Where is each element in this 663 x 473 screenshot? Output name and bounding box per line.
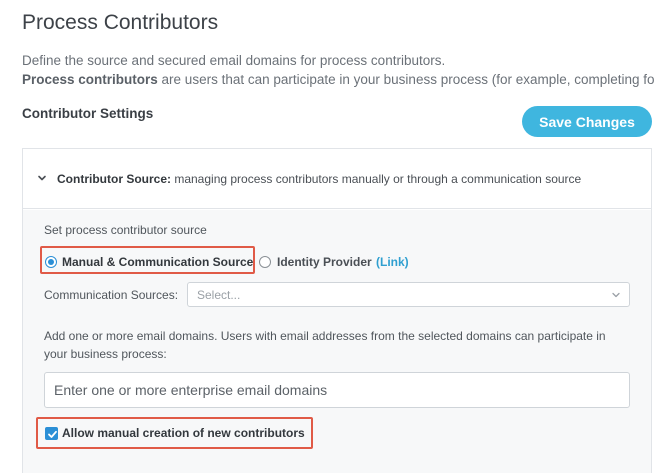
allow-manual-checkbox[interactable]: [45, 427, 58, 440]
email-domains-help: Add one or more email domains. Users wit…: [44, 329, 606, 361]
chevron-down-icon[interactable]: [36, 172, 48, 184]
save-changes-button[interactable]: Save Changes: [522, 106, 652, 137]
radio-manual-communication[interactable]: [45, 256, 57, 268]
allow-manual-label[interactable]: Allow manual creation of new contributor…: [62, 426, 305, 440]
checkmark-icon: [48, 430, 57, 438]
select-chevron-icon: [612, 292, 620, 298]
source-label: Set process contributor source: [44, 223, 207, 237]
select-placeholder: Select...: [197, 288, 241, 302]
panel-header[interactable]: Contributor Source: managing process con…: [23, 149, 651, 209]
page-description: Define the source and secured email doma…: [22, 53, 446, 68]
panel-header-title: Contributor Source:: [57, 172, 171, 186]
communication-sources-label: Communication Sources:: [44, 288, 179, 302]
description-rest: are users that can participate in your b…: [157, 72, 655, 87]
page-description-detail: Process contributors are users that can …: [22, 72, 663, 87]
panel-header-text: Contributor Source: managing process con…: [57, 172, 581, 186]
radio-manual-communication-label[interactable]: Manual & Communication Source: [62, 255, 253, 269]
radio-identity-provider[interactable]: [259, 256, 271, 268]
panel-body: Set process contributor source Manual & …: [23, 210, 651, 473]
page-title: Process Contributors: [22, 11, 219, 34]
contributor-source-panel: Contributor Source: managing process con…: [22, 148, 652, 473]
identity-provider-link[interactable]: (Link): [376, 255, 409, 269]
radio-identity-provider-label[interactable]: Identity Provider: [277, 255, 372, 269]
description-bold-term: Process contributors: [22, 72, 158, 87]
panel-header-description: managing process contributors manually o…: [171, 172, 582, 186]
email-domains-input[interactable]: [44, 372, 630, 408]
communication-sources-select[interactable]: Select...: [187, 282, 630, 307]
section-title: Contributor Settings: [22, 106, 154, 121]
